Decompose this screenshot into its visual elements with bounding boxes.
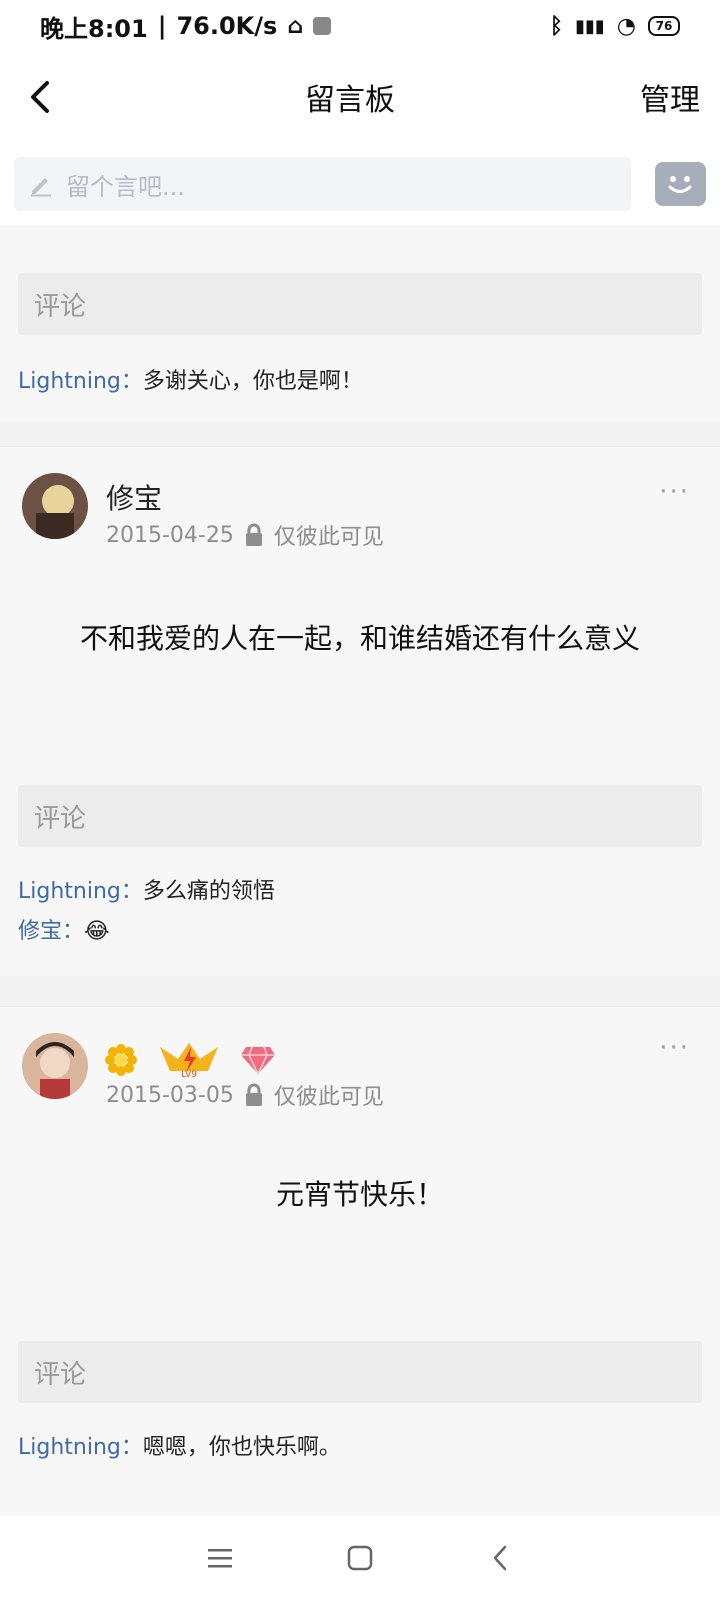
back-triangle-icon (493, 1545, 507, 1571)
message-card: LV9 ··· 2015-03-05 仅彼此可见 元宵节快乐！ 评论 Light… (0, 1006, 720, 1516)
level-crown-icon[interactable]: LV9 (158, 1041, 220, 1079)
visibility-label: 仅彼此可见 (273, 1085, 384, 1110)
emoji-button[interactable] (654, 162, 706, 206)
reply-author[interactable]: 修宝 (18, 919, 62, 944)
smile-face-icon (668, 176, 692, 193)
status-bar: 晚上8:01 | 76.0K/s ⌂ ᛒ ▮▮▮ ◔ 76 (0, 0, 720, 52)
reply-text: 多么痛的领悟 (142, 879, 275, 904)
home-button[interactable] (340, 1538, 380, 1578)
pencil-icon (31, 178, 51, 197)
reply-text: 嗯嗯，你也快乐啊。 (142, 1435, 341, 1460)
post-meta: 2015-04-25 仅彼此可见 (106, 519, 384, 551)
menu-button[interactable] (200, 1538, 240, 1578)
post-content: 不和我爱的人在一起，和谁结婚还有什么意义 (79, 622, 640, 655)
status-left: 晚上8:01 | 76.0K/s ⌂ (40, 9, 332, 44)
visibility-label: 仅彼此可见 (273, 525, 384, 550)
avatar[interactable] (22, 1033, 88, 1099)
status-time: 晚上8:01 (40, 14, 148, 43)
system-back-button[interactable] (480, 1538, 520, 1578)
post-date: 2015-04-25 (106, 522, 234, 548)
reply-separator: ： (120, 1435, 143, 1460)
reply-item: Lightning：多谢关心，你也是啊！ (18, 363, 363, 395)
app-notification-icon (313, 17, 332, 35)
status-right: ᛒ ▮▮▮ ◔ 76 (550, 14, 680, 39)
battery-icon: 76 (648, 16, 680, 36)
badge-row: LV9 (104, 1041, 276, 1079)
reply-author[interactable]: Lightning (18, 1435, 121, 1460)
level-label: LV9 (181, 1070, 197, 1079)
message-card: 修宝 ··· 2015-04-25 仅彼此可见 不和我爱的人在一起，和谁结婚还有… (0, 446, 720, 976)
poster-name[interactable]: 修宝 (106, 477, 162, 517)
reply-item: 修宝：😂 (18, 913, 110, 945)
comment-input[interactable]: 评论 (18, 273, 702, 335)
reply-separator: ： (62, 919, 85, 944)
reply-text: 😂 (84, 919, 110, 944)
lock-icon (245, 1083, 262, 1106)
home-square-icon (347, 1545, 373, 1571)
more-options-button[interactable]: ··· (659, 477, 690, 507)
reply-separator: ： (120, 879, 143, 904)
composer-bar: 留个言吧... (0, 142, 720, 226)
comment-placeholder: 评论 (34, 291, 87, 322)
post-meta: 2015-03-05 仅彼此可见 (106, 1079, 384, 1111)
reply-author[interactable]: Lightning (18, 879, 121, 904)
reply-author[interactable]: Lightning (18, 369, 121, 394)
wifi-icon: ◔ (616, 13, 636, 39)
page-title: 留言板 (305, 83, 395, 118)
system-nav-bar (0, 1516, 720, 1600)
notification-icon: ⌂ (287, 13, 304, 39)
comment-placeholder: 评论 (34, 1359, 87, 1390)
battery-level: 76 (655, 19, 673, 33)
bluetooth-icon: ᛒ (549, 13, 564, 39)
status-speed: 76.0K/s (176, 12, 278, 40)
reply-item: Lightning：多么痛的领悟 (18, 873, 275, 905)
menu-icon (208, 1549, 232, 1568)
message-input-placeholder: 留个言吧... (66, 172, 185, 201)
header: 留言板 管理 (0, 52, 720, 142)
diamond-icon[interactable] (240, 1045, 276, 1075)
reply-text: 多谢关心，你也是啊！ (142, 369, 363, 394)
avatar-image (22, 473, 88, 539)
post-date: 2015-03-05 (106, 1082, 234, 1108)
back-button[interactable] (20, 77, 60, 117)
flower-icon[interactable] (104, 1043, 138, 1077)
reply-item: Lightning：嗯嗯，你也快乐啊。 (18, 1429, 341, 1461)
avatar-image (22, 1033, 88, 1099)
message-input[interactable]: 留个言吧... (14, 157, 631, 211)
message-card: 评论 Lightning：多谢关心，你也是啊！ (0, 226, 720, 422)
comment-placeholder: 评论 (34, 803, 87, 834)
status-divider: | (157, 12, 167, 40)
manage-button[interactable]: 管理 (640, 75, 700, 119)
reply-separator: ： (120, 369, 143, 394)
avatar[interactable] (22, 473, 88, 539)
more-options-button[interactable]: ··· (659, 1033, 690, 1063)
post-content: 元宵节快乐！ (275, 1178, 444, 1211)
signal-icon: ▮▮▮ (575, 15, 605, 37)
lock-icon (245, 523, 262, 546)
comment-input[interactable]: 评论 (18, 785, 702, 847)
chevron-left-icon (31, 81, 49, 113)
comment-input[interactable]: 评论 (18, 1341, 702, 1403)
